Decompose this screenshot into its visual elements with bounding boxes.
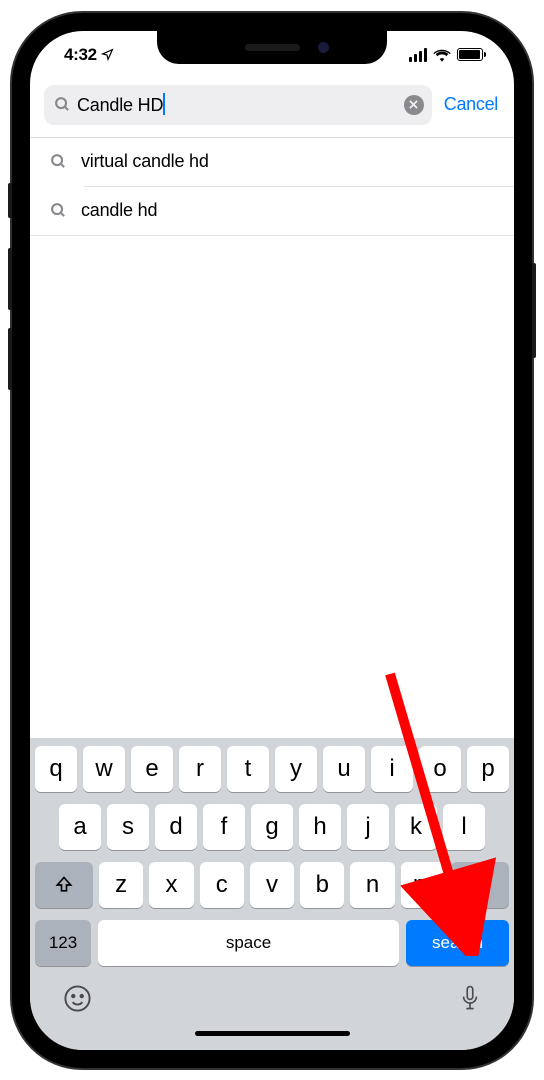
key-v[interactable]: v [250,862,294,908]
clear-button[interactable] [404,95,424,115]
location-icon [101,48,114,61]
key-g[interactable]: g [251,804,293,850]
key-o[interactable]: o [419,746,461,792]
key-d[interactable]: d [155,804,197,850]
key-q[interactable]: q [35,746,77,792]
key-p[interactable]: p [467,746,509,792]
power-button [532,263,536,358]
battery-icon [457,48,486,61]
volume-down-button [8,328,12,390]
cancel-button[interactable]: Cancel [444,94,498,115]
search-key[interactable]: search [406,920,509,966]
shift-icon [54,875,74,895]
key-k[interactable]: k [395,804,437,850]
search-value: Candle HD [77,93,398,116]
key-a[interactable]: a [59,804,101,850]
backspace-key[interactable] [451,862,509,908]
search-icon [50,153,67,170]
search-icon [50,202,67,219]
wifi-icon [433,48,451,62]
close-icon [409,100,418,109]
key-w[interactable]: w [83,746,125,792]
emoji-button[interactable] [63,984,92,1013]
key-t[interactable]: t [227,746,269,792]
suggestion-item[interactable]: candle hd [30,187,514,235]
key-u[interactable]: u [323,746,365,792]
key-n[interactable]: n [350,862,394,908]
suggestion-label: virtual candle hd [81,151,209,172]
shift-key[interactable] [35,862,93,908]
screen: 4:32 Candle HD [30,31,514,1050]
dictation-button[interactable] [459,984,481,1013]
search-icon [54,96,71,113]
backspace-icon [468,875,492,895]
key-z[interactable]: z [99,862,143,908]
phone-frame: 4:32 Candle HD [12,13,532,1068]
key-j[interactable]: j [347,804,389,850]
key-h[interactable]: h [299,804,341,850]
suggestions-list: virtual candle hd candle hd [30,138,514,236]
notch [157,31,387,64]
cellular-signal-icon [409,48,428,62]
key-x[interactable]: x [149,862,193,908]
suggestion-label: candle hd [81,200,157,221]
emoji-icon [63,984,92,1013]
microphone-icon [459,984,481,1013]
key-e[interactable]: e [131,746,173,792]
key-m[interactable]: m [401,862,445,908]
key-r[interactable]: r [179,746,221,792]
key-c[interactable]: c [200,862,244,908]
keyboard: qwertyuiop asdfghjkl zxcvbnm 123 space s… [30,738,514,1050]
clock: 4:32 [64,45,97,65]
mute-switch [8,183,12,218]
search-bar: Candle HD Cancel [30,79,514,137]
numbers-key[interactable]: 123 [35,920,91,966]
home-indicator[interactable] [195,1031,350,1036]
key-l[interactable]: l [443,804,485,850]
space-key[interactable]: space [98,920,399,966]
suggestion-item[interactable]: virtual candle hd [30,138,514,186]
key-y[interactable]: y [275,746,317,792]
volume-up-button [8,248,12,310]
key-f[interactable]: f [203,804,245,850]
key-i[interactable]: i [371,746,413,792]
key-s[interactable]: s [107,804,149,850]
key-b[interactable]: b [300,862,344,908]
search-input[interactable]: Candle HD [44,85,432,125]
